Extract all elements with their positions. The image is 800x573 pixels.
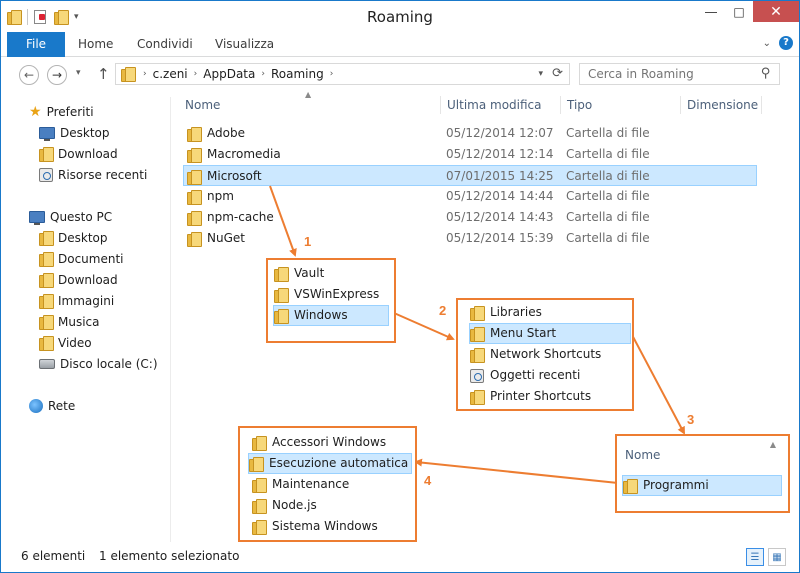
list-item[interactable]: Accessori Windows [252,432,386,453]
selection-count: 1 elemento selezionato [99,549,240,563]
folder-icon [274,287,289,303]
list-item[interactable]: VSWinExpress [274,284,379,305]
item-label: Network Shortcuts [490,347,602,361]
step-2-label: 2 [439,303,447,318]
folder-icon [252,519,267,535]
item-label: Windows [294,308,348,322]
folder-icon [249,456,264,472]
callout-step2: Libraries Menu Start Network Shortcuts O… [456,298,634,411]
folder-icon [252,435,267,451]
folder-icon [470,326,485,342]
folder-icon [470,347,485,363]
folder-icon [252,477,267,493]
callout-step4: Accessori Windows Esecuzione automatica … [238,426,417,542]
item-label: Maintenance [272,477,350,491]
list-item[interactable]: Libraries [470,302,542,323]
folder-icon [252,498,267,514]
item-label: Programmi [643,478,709,492]
arrow-to-step3 [630,332,685,435]
details-view-button[interactable]: ☰ [746,548,764,566]
item-label: Printer Shortcuts [490,389,592,403]
large-icons-view-button[interactable]: ▦ [768,548,786,566]
step-3-label: 3 [687,412,695,427]
arrow-to-step4 [414,458,619,484]
item-label: Sistema Windows [272,519,378,533]
item-label: Oggetti recenti [490,368,581,382]
list-item[interactable]: Maintenance [252,474,349,495]
item-label: Node.js [272,498,317,512]
folder-icon [274,266,289,282]
callout-step3: Nome ▲ Programmi [615,434,790,513]
sort-ascending-icon: ▲ [769,440,776,449]
folder-icon [470,389,485,405]
item-count: 6 elementi [21,549,86,563]
recent-items-icon [470,368,484,383]
callout-step1: Vault VSWinExpress Windows [266,258,396,343]
column-header-name[interactable]: Nome [625,448,660,462]
item-label: Vault [294,266,325,280]
folder-icon [470,305,485,321]
item-label: Esecuzione automatica [269,456,409,470]
item-label: Libraries [490,305,542,319]
item-label: Menu Start [490,326,557,340]
step-1-label: 1 [304,234,312,249]
list-item[interactable]: Vault [274,263,324,284]
list-item[interactable]: Node.js [252,495,317,516]
explorer-window: ▾ Roaming ― □ ✕ File Home Condividi Visu… [0,0,800,573]
step-4-label: 4 [424,473,432,488]
list-item[interactable]: Oggetti recenti [470,365,580,386]
list-item-selected[interactable]: Menu Start [469,323,631,344]
list-item-selected[interactable]: Esecuzione automatica [248,453,412,474]
folder-icon [623,478,638,494]
list-item-selected[interactable]: Windows [273,305,389,326]
list-item[interactable]: Network Shortcuts [470,344,601,365]
item-label: VSWinExpress [294,287,380,301]
list-item[interactable]: Printer Shortcuts [470,386,591,407]
list-item-selected[interactable]: Programmi [622,475,782,496]
status-bar: 6 elementi 1 elemento selezionato ☰ ▦ [1,542,799,572]
list-item[interactable]: Sistema Windows [252,516,378,537]
arrow-to-step1 [269,185,297,257]
item-label: Accessori Windows [272,435,387,449]
folder-icon [274,308,289,324]
